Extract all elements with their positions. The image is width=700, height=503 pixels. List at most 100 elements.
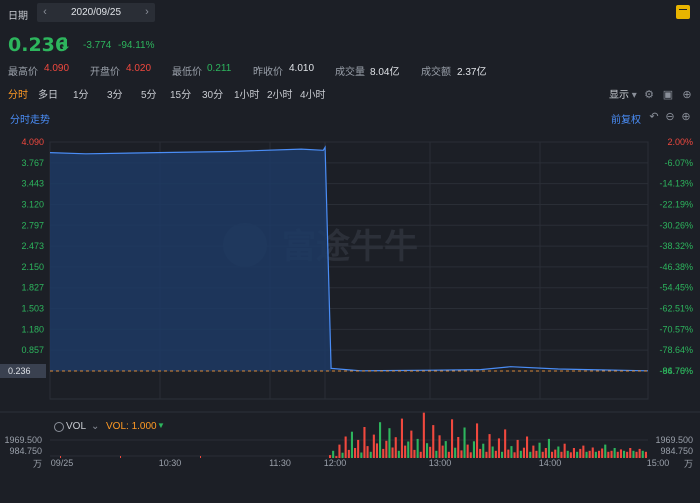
volume-bar xyxy=(397,450,400,458)
y-tick-right: -78.64% xyxy=(659,345,693,355)
vol-y-tick-left: 万 xyxy=(33,459,42,469)
volume-bar xyxy=(641,450,644,458)
x-tick-label: 12:00 xyxy=(324,458,347,468)
volume-bar xyxy=(519,450,522,458)
volume-bar xyxy=(594,451,597,458)
volume-bar xyxy=(460,450,463,458)
volume-bar xyxy=(457,437,460,458)
vol-y-tick-left: 984.750 xyxy=(9,446,42,456)
volume-bar xyxy=(501,451,504,458)
volume-bar xyxy=(591,447,594,458)
volume-bar xyxy=(379,422,382,458)
volume-bar xyxy=(469,452,472,458)
volume-bar xyxy=(613,448,616,458)
eye-icon[interactable] xyxy=(54,422,64,432)
volume-bar xyxy=(538,442,541,458)
volume-bar xyxy=(451,419,454,458)
y-tick-right: -94.76% xyxy=(659,366,693,376)
volume-bar xyxy=(332,450,335,458)
volume-bar xyxy=(444,441,447,458)
volume-bar xyxy=(623,450,626,458)
volume-bar xyxy=(535,450,538,458)
volume-bar xyxy=(410,430,413,458)
volume-bar xyxy=(426,443,429,458)
volume-bar xyxy=(529,451,532,458)
volume-bar xyxy=(626,451,629,458)
volume-bar xyxy=(616,451,619,458)
volume-bar xyxy=(632,450,635,458)
y-tick-right: -14.13% xyxy=(659,179,693,189)
volume-bar xyxy=(407,441,410,458)
volume-bar xyxy=(485,451,488,458)
price-area xyxy=(50,147,332,371)
y-tick-right: -62.51% xyxy=(659,304,693,314)
volume-bar xyxy=(569,452,572,458)
y-tick-left: 1.827 xyxy=(21,283,44,293)
volume-bar xyxy=(544,448,547,458)
vol-y-tick-right: 984.750 xyxy=(660,446,693,456)
volume-bar xyxy=(510,446,513,458)
volume-bar xyxy=(566,450,569,458)
current-price-label: 0.236 xyxy=(8,366,31,376)
volume-bar xyxy=(419,451,422,458)
volume-bar xyxy=(547,438,550,458)
volume-bar xyxy=(588,450,591,458)
volume-bar xyxy=(497,438,500,458)
volume-bar xyxy=(382,448,385,458)
vol-dropdown-icon[interactable]: ⌄ xyxy=(91,421,99,432)
volume-bar xyxy=(360,452,363,458)
volume-bar xyxy=(404,445,407,458)
volume-bar xyxy=(479,448,482,458)
x-axis-labels: 09/25 10:30 11:30 12:00 13:00 14:00 15:00 xyxy=(51,458,670,468)
volume-bar xyxy=(629,448,632,458)
volume-bar xyxy=(200,456,201,458)
y-tick-left: 1.503 xyxy=(21,304,44,314)
volume-bar xyxy=(432,425,435,458)
volume-bar xyxy=(372,434,375,458)
volume-bar xyxy=(619,449,622,458)
volume-bar xyxy=(476,423,479,458)
y-tick-right: -46.38% xyxy=(659,262,693,272)
indicator-caret-icon[interactable]: ▼ xyxy=(157,421,165,430)
volume-bar xyxy=(438,435,441,458)
volume-bar xyxy=(357,439,360,458)
volume-bar xyxy=(391,447,394,458)
y-tick-right: -70.57% xyxy=(659,324,693,334)
x-tick-label: 13:00 xyxy=(429,458,452,468)
volume-bar xyxy=(607,451,610,458)
volume-bar xyxy=(598,450,601,458)
volume-bar xyxy=(532,445,535,458)
volume-bars: 1969.500 1969.500984.750 984.750万万 xyxy=(0,411,700,469)
volume-bar xyxy=(513,452,516,458)
x-tick-label: 10:30 xyxy=(159,458,182,468)
volume-bar xyxy=(347,449,350,458)
volume-bar xyxy=(472,441,475,458)
x-tick-label: 11:30 xyxy=(269,458,291,468)
volume-bar xyxy=(491,446,494,458)
volume-bar xyxy=(516,439,519,458)
volume-bar xyxy=(369,451,372,458)
volume-bar xyxy=(388,428,391,458)
volume-bar xyxy=(504,429,507,458)
volume-bar xyxy=(463,427,466,458)
y-tick-right: -38.32% xyxy=(659,241,693,251)
y-tick-left: 2.150 xyxy=(21,262,44,272)
volume-bar xyxy=(494,450,497,458)
volume-bar xyxy=(354,448,357,458)
vol-indicator-value[interactable]: VOL: 1.000 xyxy=(106,421,157,432)
y-tick-right: 2.00% xyxy=(667,137,693,147)
chart-canvas: 富途牛牛 4.090 2.00%3.767 -6.07%3.443 -14.13%3.… xyxy=(0,137,700,469)
volume-bar xyxy=(488,434,491,458)
y-tick-left: 4.090 xyxy=(21,137,44,147)
y-tick-left: 3.767 xyxy=(21,158,44,168)
volume-bar xyxy=(522,447,525,458)
volume-bar xyxy=(482,443,485,458)
volume-bar xyxy=(422,412,425,458)
volume-bar xyxy=(466,444,469,458)
y-tick-right: -22.19% xyxy=(659,199,693,209)
volume-bar xyxy=(563,443,566,458)
volume-bar xyxy=(601,448,604,458)
volume-bar xyxy=(344,436,347,458)
volume-bar xyxy=(526,436,529,458)
volume-bar xyxy=(572,448,575,458)
